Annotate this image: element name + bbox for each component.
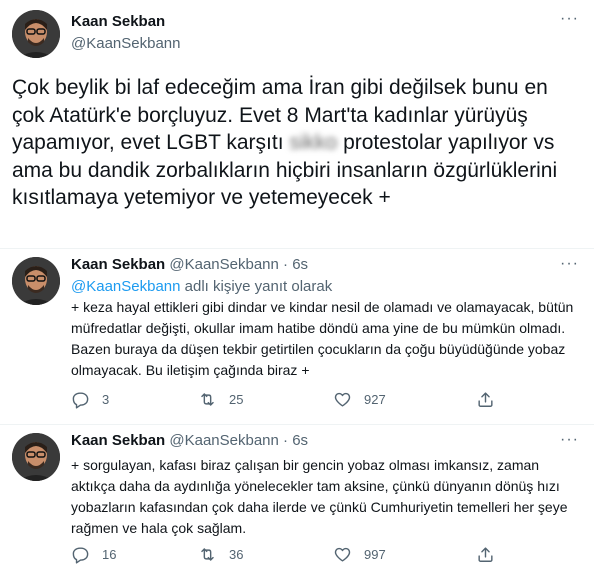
author-handle[interactable]: @KaanSekbann — [71, 35, 180, 52]
retweet-icon — [201, 393, 214, 406]
like-count: 997 — [364, 547, 386, 562]
avatar[interactable] — [12, 433, 60, 481]
author-name[interactable]: Kaan Sekban — [71, 432, 165, 449]
blurred-word: sikko — [289, 131, 338, 154]
like-count: 927 — [364, 392, 386, 407]
more-dots-icon[interactable]: ··· — [560, 431, 579, 449]
reply-to-label: adlı kişiye yanıt olarak — [180, 278, 333, 295]
divider — [0, 424, 594, 425]
separator: · — [283, 432, 289, 449]
share-button[interactable] — [476, 545, 507, 564]
share-icon — [478, 392, 493, 407]
timestamp[interactable]: 6s — [292, 432, 308, 449]
separator: · — [283, 256, 289, 273]
action-bar: 16 36 997 — [71, 545, 581, 567]
avatar[interactable] — [12, 10, 60, 58]
share-icon — [478, 547, 493, 562]
action-bar: 3 25 927 — [71, 390, 581, 412]
author-name[interactable]: Kaan Sekban — [71, 256, 165, 273]
reply-to: @KaanSekbann adlı kişiye yanıt olarak — [71, 278, 332, 295]
mention-link[interactable]: @KaanSekbann — [71, 278, 180, 295]
tweet-text: Çok beylik bi laf edeceğim ama İran gibi… — [12, 74, 584, 212]
author-handle[interactable]: @KaanSekbann — [169, 256, 278, 273]
heart-icon — [334, 392, 351, 407]
heart-icon — [334, 547, 351, 562]
reply-button[interactable]: 16 — [71, 545, 116, 564]
like-button[interactable]: 997 — [333, 545, 386, 564]
retweet-count: 36 — [229, 547, 244, 562]
reply-count: 3 — [102, 392, 110, 407]
more-dots-icon[interactable]: ··· — [560, 255, 579, 273]
divider — [0, 248, 594, 249]
more-dots-icon[interactable]: ··· — [560, 10, 579, 28]
share-button[interactable] — [476, 390, 507, 409]
avatar[interactable] — [12, 257, 60, 305]
author-name[interactable]: Kaan Sekban — [71, 13, 165, 30]
timestamp[interactable]: 6s — [292, 256, 308, 273]
reply-button[interactable]: 3 — [71, 390, 109, 409]
reply-text: + sorgulayan, kafası biraz çalışan bir g… — [71, 457, 568, 536]
retweet-button[interactable]: 36 — [198, 545, 243, 564]
retweet-icon — [201, 548, 214, 561]
reply-count: 16 — [102, 547, 117, 562]
retweet-count: 25 — [229, 392, 244, 407]
like-button[interactable]: 927 — [333, 390, 386, 409]
reply-header: Kaan Sekban @KaanSekbann · 6s — [71, 256, 308, 273]
reply-header: Kaan Sekban @KaanSekbann · 6s — [71, 432, 308, 449]
reply-icon — [72, 392, 89, 409]
retweet-button[interactable]: 25 — [198, 390, 243, 409]
reply-text: + keza hayal ettikleri gibi dindar ve ki… — [71, 299, 574, 378]
reply-icon — [72, 547, 89, 564]
author-handle[interactable]: @KaanSekbann — [169, 432, 278, 449]
